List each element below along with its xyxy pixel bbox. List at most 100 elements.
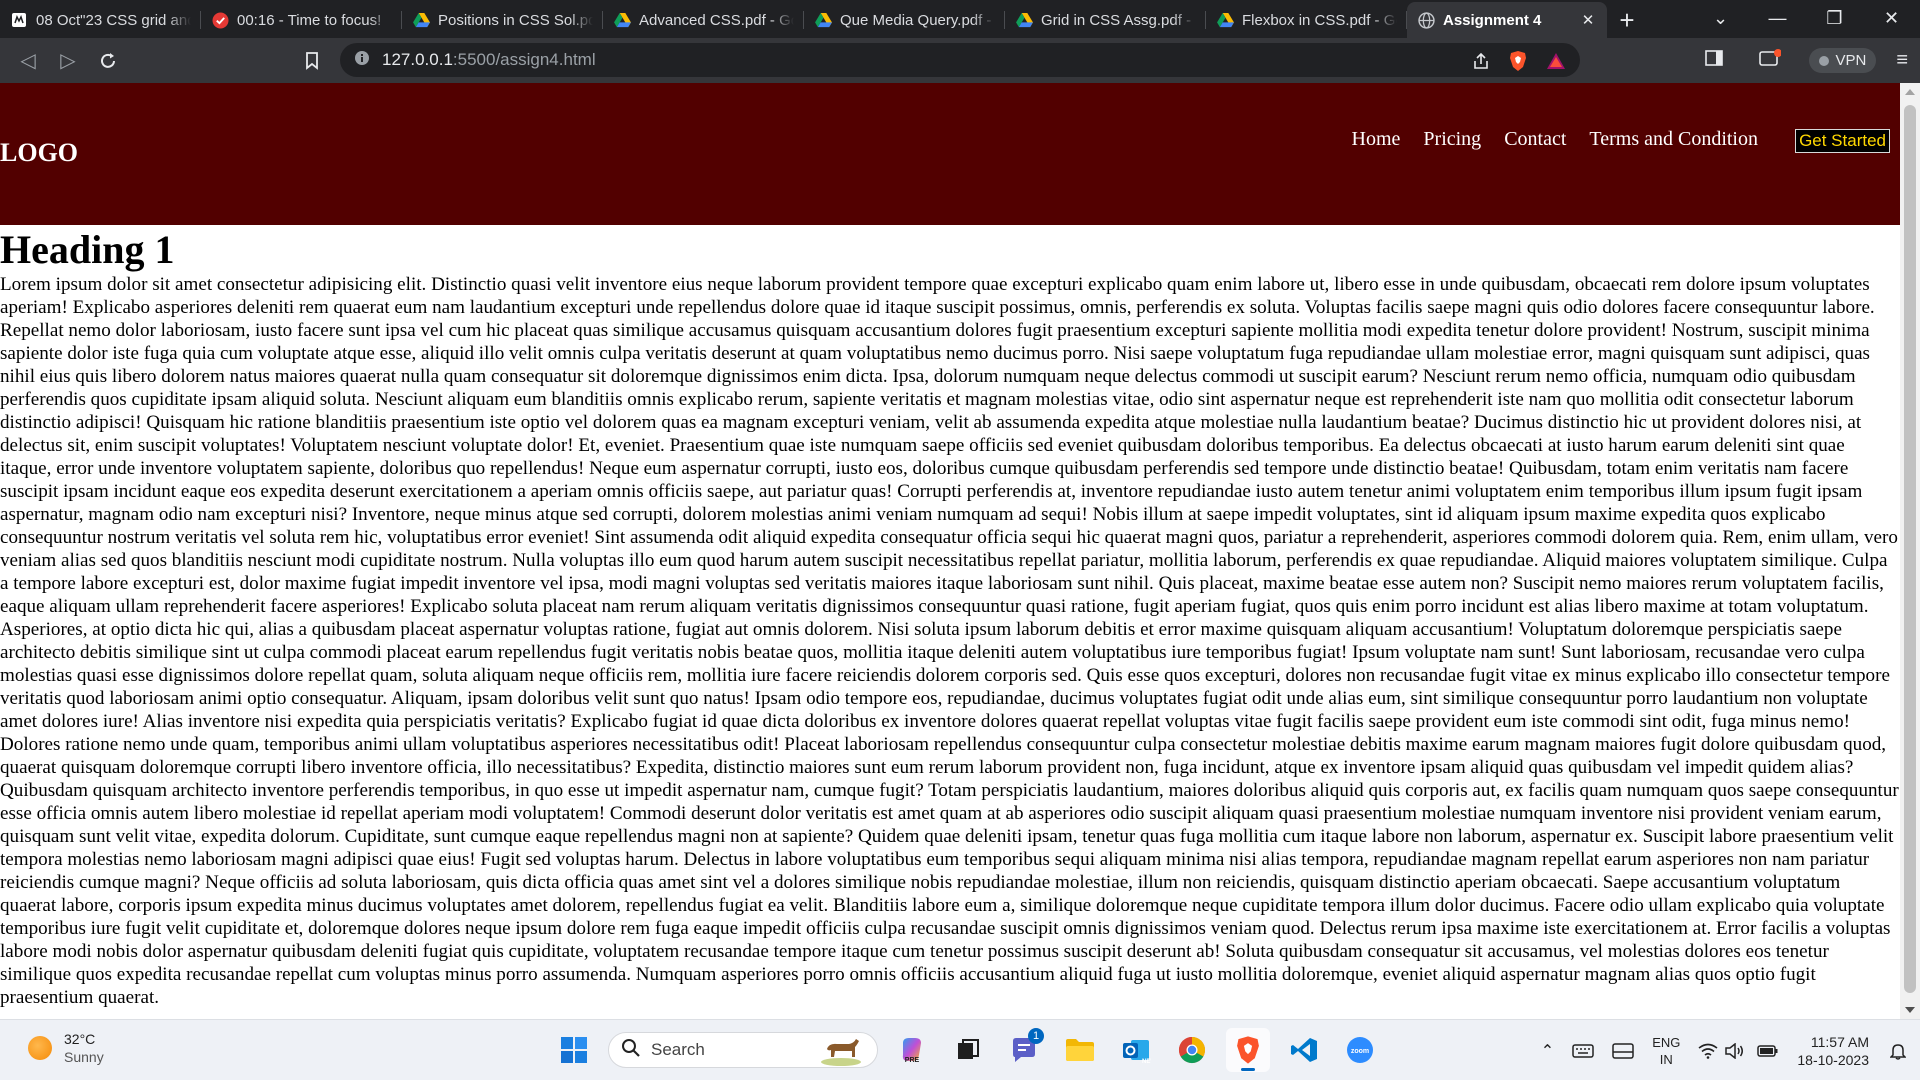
vscode-icon[interactable] (1282, 1028, 1326, 1072)
brave-icon[interactable] (1226, 1028, 1270, 1072)
windows-icon (561, 1037, 587, 1063)
site-info-icon[interactable] (354, 50, 370, 71)
windows-taskbar: 32°C Sunny Search PRE 1 NE zoom ⌃ ENG IN… (0, 1019, 1920, 1080)
site-logo[interactable]: LOGO (0, 138, 78, 168)
sun-icon (28, 1036, 52, 1060)
tab-search-icon[interactable]: ⌄ (1692, 0, 1749, 36)
svg-text:PRE: PRE (905, 1057, 920, 1064)
copilot-icon[interactable]: PRE (890, 1028, 934, 1072)
tab-title: Advanced CSS.pdf - Go (639, 11, 794, 29)
brave-rewards-icon[interactable] (1546, 52, 1566, 75)
site-header: LOGO Home Pricing Contact Terms and Cond… (0, 83, 1900, 225)
browser-tab[interactable]: 00:16 - Time to focus! (201, 2, 402, 38)
search-icon (621, 1038, 641, 1063)
svg-text:NEW: NEW (1142, 1059, 1151, 1065)
start-button[interactable] (552, 1028, 596, 1072)
sidebar-icon[interactable] (1705, 50, 1724, 71)
nav-link-terms[interactable]: Terms and Condition (1589, 128, 1758, 151)
weather-widget[interactable]: 32°C Sunny (28, 1030, 104, 1066)
tab-title: Assignment 4 (1443, 11, 1542, 29)
system-clock[interactable]: 11:57 AM 18-10-2023 (1788, 1033, 1881, 1069)
scrollbar-thumb[interactable] (1904, 105, 1916, 993)
chat-badge: 1 (1028, 1028, 1044, 1044)
address-bar[interactable]: 127.0.0.1:5500/assign4.html (340, 43, 1580, 77)
google-drive-icon (613, 11, 631, 29)
scroll-up-icon[interactable] (1905, 89, 1915, 95)
browser-tab[interactable]: Grid in CSS Assg.pdf - (1005, 2, 1206, 38)
browser-right-tools: VPN ≡ (1705, 38, 1920, 83)
task-view-icon[interactable] (946, 1028, 990, 1072)
chrome-icon[interactable] (1170, 1028, 1214, 1072)
nav-link-home[interactable]: Home (1352, 128, 1401, 151)
tab-title: Flexbox in CSS.pdf - Go (1242, 11, 1397, 29)
page-scrollbar[interactable] (1900, 83, 1920, 1019)
zoom-icon[interactable]: zoom (1338, 1028, 1382, 1072)
tab-title: Que Media Query.pdf - (840, 11, 992, 29)
google-drive-icon (1015, 11, 1033, 29)
reload-icon[interactable] (88, 43, 128, 79)
search-label: Search (651, 1040, 705, 1059)
bookmark-icon[interactable] (292, 43, 332, 79)
menu-icon[interactable]: ≡ (1896, 49, 1908, 72)
keyboard-icon[interactable] (1563, 1043, 1603, 1059)
scroll-down-icon[interactable] (1905, 1007, 1915, 1013)
browser-tab[interactable]: 08 Oct"23 CSS grid and (0, 2, 201, 38)
wifi-icon[interactable] (1689, 1043, 1720, 1059)
nav-link-pricing[interactable]: Pricing (1423, 128, 1481, 151)
tab-title: 00:16 - Time to focus! (237, 11, 382, 29)
browser-tab-active[interactable]: Assignment 4 ✕ (1407, 2, 1607, 38)
back-icon[interactable]: ◁ (8, 43, 48, 79)
site-nav: Home Pricing Contact Terms and Condition (1352, 128, 1758, 151)
clock-date: 18-10-2023 (1797, 1051, 1869, 1068)
chevron-up-icon[interactable]: ⌃ (1532, 1041, 1563, 1061)
page-icon (10, 11, 28, 29)
new-tab-button[interactable]: + (1607, 2, 1647, 38)
tab-title: Positions in CSS Sol.pdf (438, 11, 593, 29)
vpn-label: VPN (1835, 52, 1867, 69)
close-tab-icon[interactable]: ✕ (1579, 11, 1597, 29)
tab-title: 08 Oct"23 CSS grid and (36, 11, 191, 29)
language-indicator[interactable]: ENG IN (1643, 1034, 1689, 1068)
teams-chat-icon[interactable]: 1 (1002, 1028, 1046, 1072)
url-host: 127.0.0.1 (382, 50, 453, 69)
vpn-status-icon (1819, 55, 1830, 66)
window-controls: ⌄ — ❐ ✕ (1692, 0, 1920, 36)
browser-tab[interactable]: Flexbox in CSS.pdf - Go (1206, 2, 1407, 38)
body-paragraph: Lorem ipsum dolor sit amet consectetur a… (0, 274, 1899, 1008)
pen-menu-icon[interactable] (1603, 1042, 1643, 1060)
nav-link-contact[interactable]: Contact (1504, 128, 1566, 151)
vpn-button[interactable]: VPN (1809, 48, 1877, 73)
forward-icon[interactable]: ▷ (48, 43, 88, 79)
language-code: ENG (1652, 1034, 1681, 1050)
weather-text: 32°C Sunny (64, 1030, 104, 1066)
get-started-button[interactable]: Get Started (1795, 129, 1890, 153)
outlook-icon[interactable]: NEW (1114, 1028, 1158, 1072)
taskbar-search[interactable]: Search (608, 1032, 878, 1068)
volume-icon[interactable] (1720, 1042, 1748, 1059)
browser-tab[interactable]: Positions in CSS Sol.pdf (402, 2, 603, 38)
browser-tab-strip: 08 Oct"23 CSS grid and 00:16 - Time to f… (0, 0, 1920, 38)
google-drive-icon (1216, 11, 1234, 29)
wallet-icon[interactable] (1759, 49, 1783, 72)
search-highlight-icon (819, 1035, 863, 1072)
brave-shields-icon[interactable] (1508, 50, 1528, 77)
weather-condition: Sunny (64, 1049, 104, 1065)
battery-icon[interactable] (1748, 1044, 1788, 1058)
browser-tab[interactable]: Advanced CSS.pdf - Go (603, 2, 804, 38)
region-code: IN (1659, 1051, 1673, 1067)
minimize-button[interactable]: — (1749, 0, 1806, 36)
temperature: 32°C (64, 1031, 96, 1047)
taskbar-apps: Search PRE 1 NEW zoom (552, 1028, 1382, 1072)
close-window-button[interactable]: ✕ (1863, 0, 1920, 36)
page-viewport: LOGO Home Pricing Contact Terms and Cond… (0, 83, 1900, 1019)
browser-tab[interactable]: Que Media Query.pdf - (804, 2, 1005, 38)
notification-bell-icon[interactable] (1881, 1042, 1920, 1060)
page-heading: Heading 1 (0, 227, 175, 272)
globe-icon (1417, 11, 1435, 29)
maximize-button[interactable]: ❐ (1806, 0, 1863, 36)
google-drive-icon (412, 11, 430, 29)
url-path: :5500/assign4.html (452, 50, 596, 69)
file-explorer-icon[interactable] (1058, 1028, 1102, 1072)
tab-title: Grid in CSS Assg.pdf - (1041, 11, 1192, 29)
share-icon[interactable] (1472, 52, 1490, 75)
